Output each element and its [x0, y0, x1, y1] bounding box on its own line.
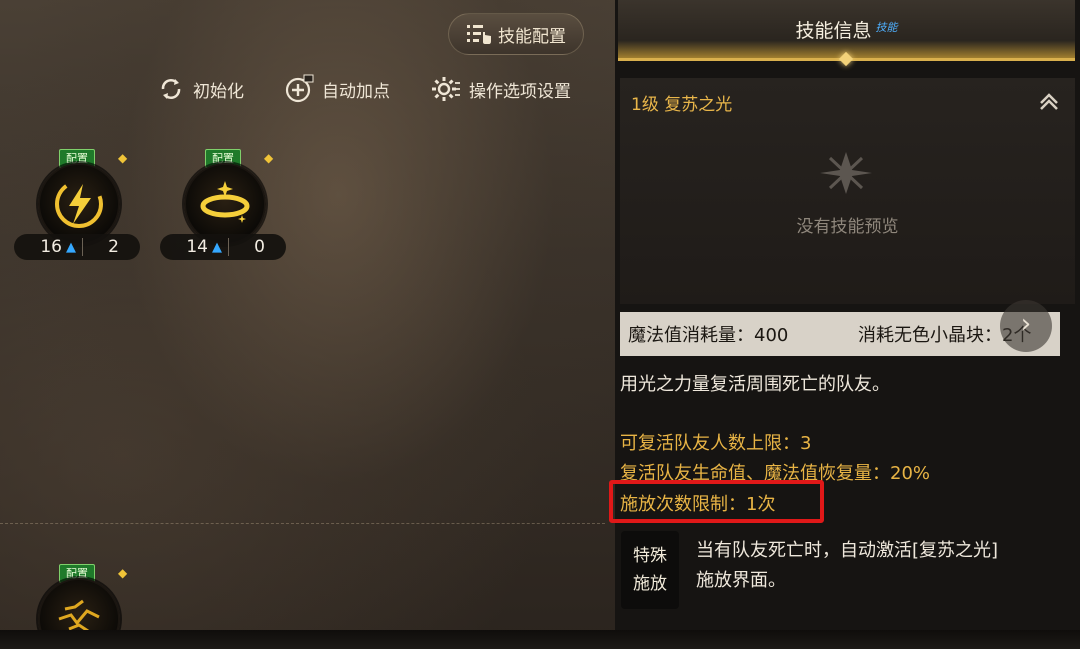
skill-config-label: 技能配置 [498, 26, 566, 47]
star-icon: ◆ [118, 151, 128, 165]
auto-add-button[interactable]: 自动加点 [284, 73, 390, 105]
divider [82, 238, 83, 256]
special-tag-line1: 特殊 [633, 546, 667, 566]
reset-button[interactable]: 初始化 [157, 73, 244, 105]
special-cast-tag: 特殊 施放 [621, 531, 679, 609]
refresh-icon [161, 79, 181, 99]
reset-label: 初始化 [193, 81, 244, 102]
gear-icon [432, 77, 460, 101]
skill-preview: 1级 复苏之光 没有技能预览 [620, 78, 1075, 304]
skill-slot-3[interactable]: 配置 ◆ [14, 564, 144, 634]
star-icon: ◆ [118, 566, 128, 580]
skill-level: 14 [186, 237, 208, 257]
cost-row: 魔法值消耗量：400 消耗无色小晶块：2个 [620, 312, 1060, 356]
next-arrow-button[interactable]: › [1000, 300, 1052, 352]
star-icon: ◆ [264, 151, 274, 165]
skill-level: 16 [40, 237, 62, 257]
skill-icon-cracked[interactable] [38, 578, 120, 634]
level-up-arrow-icon[interactable]: ▲ [64, 240, 78, 255]
skill-name: 1级 复苏之光 [631, 95, 733, 115]
divider [228, 238, 229, 256]
skill-icon-halo[interactable] [184, 163, 266, 245]
special-cast-text: 当有队友死亡时，自动激活[复苏之光]施放界面。 [696, 540, 999, 591]
auto-add-label: 自动加点 [322, 81, 390, 102]
options-settings-label: 操作选项设置 [469, 81, 571, 102]
level-up-arrow-icon[interactable]: ▲ [210, 240, 224, 255]
section-divider [0, 523, 605, 524]
list-hand-icon [467, 25, 491, 44]
skill-description: 用光之力量复活周围死亡的队友。 [620, 374, 890, 395]
no-preview-text: 没有技能预览 [796, 217, 899, 237]
skill-points: 0 [254, 237, 265, 257]
skill-points: 2 [108, 237, 119, 257]
skill-icon-lightning[interactable] [38, 163, 120, 245]
skill-level-bar: 16 ▲ 2 [14, 234, 140, 260]
placeholder-emblem-icon [820, 152, 872, 194]
attr-revive-limit: 可复活队友人数上限：3 [620, 433, 812, 454]
panel-title: 技能信息 [795, 19, 872, 42]
bottom-bar [0, 630, 1080, 649]
skill-slot-1[interactable]: 配置 ◆ 16 ▲ 2 [14, 149, 144, 264]
special-tag-line2: 施放 [633, 574, 667, 594]
collapse-chevron-icon[interactable] [1037, 88, 1061, 112]
skill-slot-2[interactable]: 配置 ◆ 14 ▲ 0 [160, 149, 290, 264]
skill-level-bar: 14 ▲ 0 [160, 234, 286, 260]
auto-plus-icon [285, 74, 314, 103]
highlight-box [609, 480, 824, 523]
mp-cost: 魔法值消耗量：400 [628, 325, 789, 346]
skill-config-button[interactable]: 技能配置 [448, 13, 584, 55]
options-settings-button[interactable]: 操作选项设置 [431, 73, 571, 105]
panel-badge: 技能 [875, 21, 898, 34]
